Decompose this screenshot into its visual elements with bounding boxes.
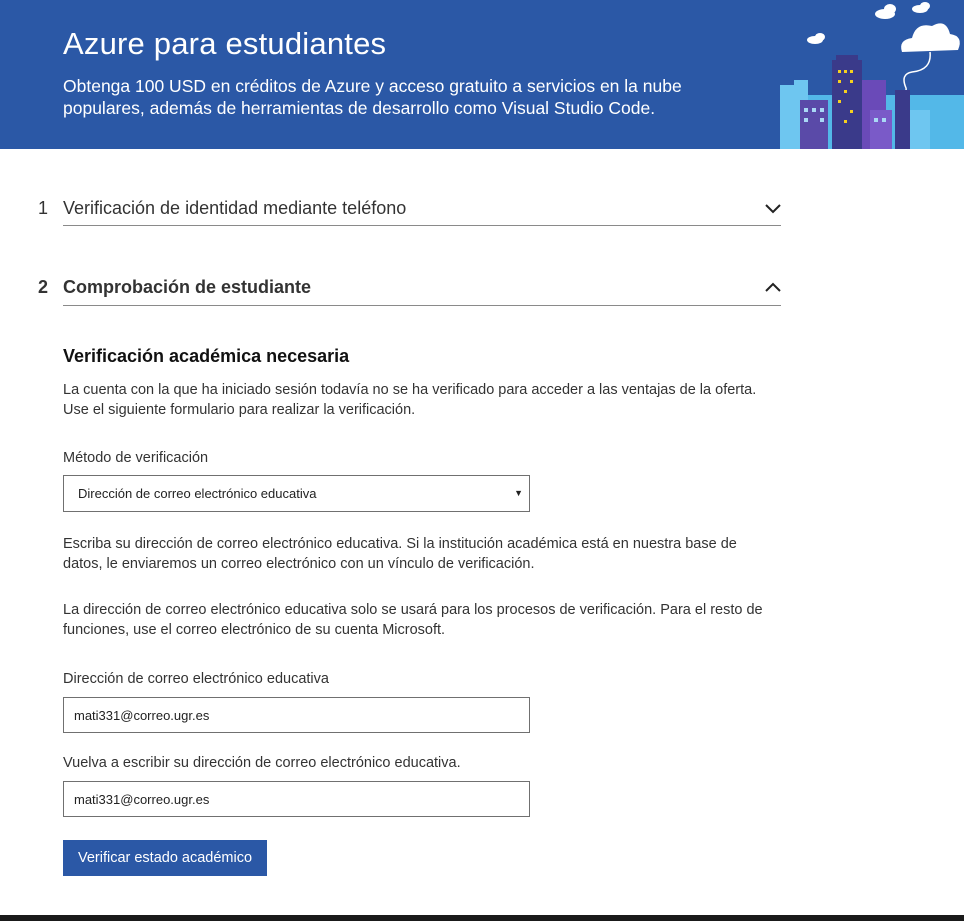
step-number: 1 [38,198,49,218]
select-value: Dirección de correo electrónico educativ… [78,486,317,501]
step-title: Verificación de identidad mediante teléf… [63,198,407,218]
usage-note-text: La dirección de correo electrónico educa… [63,602,763,638]
cloud-city-illustration [780,2,964,149]
step-divider [63,225,781,226]
intro-text: La cuenta con la que ha iniciado sesión … [63,382,757,418]
chevron-up-icon[interactable] [762,280,784,294]
page-title: Azure para estudiantes [63,26,387,61]
verification-method-select[interactable]: Dirección de correo electrónico educativ… [63,475,530,512]
confirm-email-label: Vuelva a escribir su dirección de correo… [63,755,461,771]
email-label: Dirección de correo electrónico educativ… [63,671,329,687]
step-divider [63,305,781,306]
academic-verification-heading: Verificación académica necesaria [63,346,350,366]
step-number: 2 [38,277,49,297]
method-label: Método de verificación [63,450,209,466]
dropdown-arrow-icon: ▼ [514,488,523,498]
instructions-text: Escriba su dirección de correo electróni… [63,536,737,572]
page-subtitle: Obtenga 100 USD en créditos de Azure y a… [63,76,682,118]
verify-academic-status-button[interactable]: Verificar estado académico [63,840,267,876]
chevron-down-icon[interactable] [762,202,784,216]
confirm-email-field[interactable] [63,781,530,817]
email-field[interactable] [63,697,530,733]
step-title: Comprobación de estudiante [63,277,312,297]
hero-banner: Azure para estudiantes Obtenga 100 USD e… [0,0,964,149]
footer-bar [0,915,964,921]
